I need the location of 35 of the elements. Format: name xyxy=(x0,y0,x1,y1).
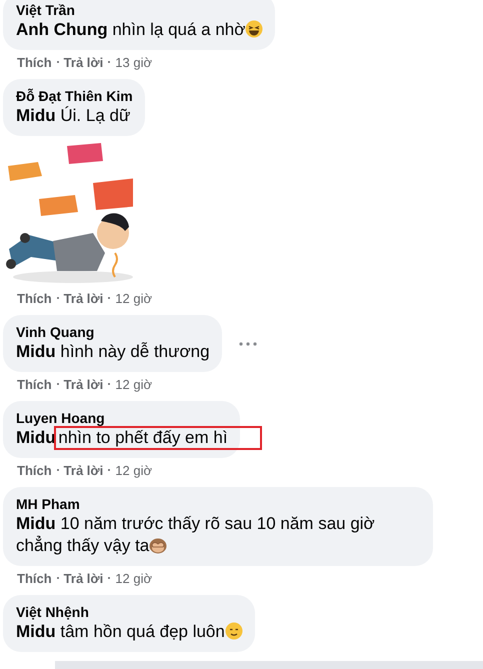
action-link[interactable]: Trả lời xyxy=(64,377,104,392)
mention-link[interactable]: Anh Chung xyxy=(16,20,108,39)
comment-text: Midu hình này dễ thương xyxy=(16,341,210,363)
mention-link[interactable]: Midu xyxy=(16,514,56,533)
author-name[interactable]: Đỗ Đạt Thiên Kim xyxy=(16,87,133,105)
action-link[interactable]: Trả lời xyxy=(64,463,104,478)
action-link[interactable]: Trả lời xyxy=(64,571,104,586)
action-link[interactable]: Trả lời xyxy=(64,291,104,306)
author-name[interactable]: Vinh Quang xyxy=(16,323,210,341)
mention-link[interactable]: Midu xyxy=(16,106,56,125)
action-link[interactable]: Thích xyxy=(17,377,52,392)
comment-time[interactable]: 12 giờ xyxy=(115,291,152,306)
comment-text: nhìn to phết đấy em hì xyxy=(58,428,228,447)
action-link[interactable]: Thích xyxy=(17,55,52,70)
comment-time[interactable]: 13 giờ xyxy=(115,55,152,70)
author-name[interactable]: Việt Nhệnh xyxy=(16,603,243,621)
scrollbar[interactable] xyxy=(55,661,483,669)
author-name[interactable]: MH Pham xyxy=(16,495,421,513)
author-name[interactable]: Luyen Hoang xyxy=(16,409,228,427)
comment-time[interactable]: 12 giờ xyxy=(115,377,152,392)
action-link[interactable]: Thích xyxy=(17,571,52,586)
comment-text: Anh Chung nhìn lạ quá a nhờ xyxy=(16,19,264,41)
comment-time[interactable]: 12 giờ xyxy=(115,571,152,586)
comment-time[interactable]: 12 giờ xyxy=(115,463,152,478)
action-link[interactable]: Thích xyxy=(17,463,52,478)
comment-text: Midu 10 năm trước thấy rõ sau 10 năm sau giờ chẳng thấy vậy ta xyxy=(16,513,376,557)
author-name[interactable]: Việt Trần xyxy=(16,1,264,19)
mention-link[interactable]: Midu xyxy=(16,342,56,361)
mention-link[interactable]: Midu xyxy=(16,428,56,447)
comment-text: Midu tâm hồn quá đẹp luôn xyxy=(16,621,243,643)
action-link[interactable]: Trả lời xyxy=(64,55,104,70)
more-icon[interactable] xyxy=(238,342,257,346)
mention-link[interactable]: Midu xyxy=(16,622,56,641)
comment-text: Midu Úi. Lạ dữ xyxy=(16,105,132,127)
action-link[interactable]: Thích xyxy=(17,291,52,306)
